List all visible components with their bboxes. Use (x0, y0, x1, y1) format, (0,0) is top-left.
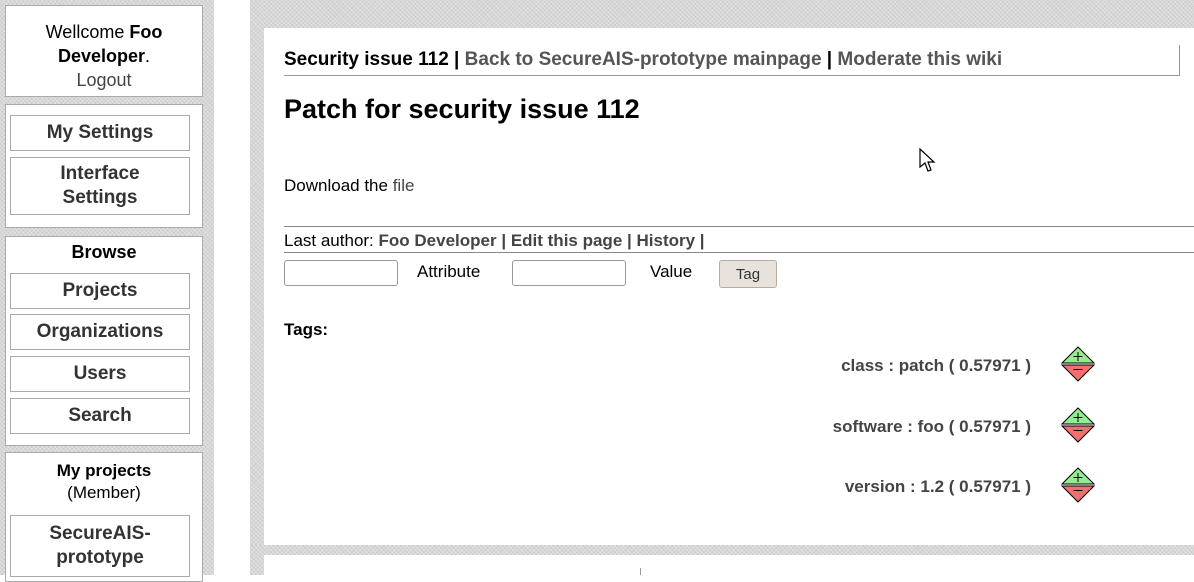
breadcrumb-separator: | (448, 49, 465, 70)
download-text: Download the (284, 176, 393, 195)
tag-label: software : foo ( 0.57971 ) (832, 417, 1031, 436)
attribute-input[interactable] (284, 260, 398, 286)
attribute-label: Attribute (417, 262, 481, 281)
breadcrumb-current: Security issue 112 (284, 49, 449, 70)
tag-row: class : patch ( 0.57971 ) (819, 346, 1119, 386)
separator: | (622, 231, 637, 250)
page-title: Patch for security issue 112 (284, 94, 640, 124)
value-label: Value (650, 262, 693, 281)
project-link-secureais-prototype[interactable]: SecureAIS-prototype (10, 515, 190, 577)
author-link[interactable]: Foo Developer (379, 231, 497, 250)
back-to-mainpage-link[interactable]: Back to SecureAIS-prototype mainpage (465, 49, 822, 70)
my-settings-button[interactable]: My Settings (10, 115, 190, 151)
membership-role: (Member) (67, 483, 141, 502)
breadcrumb: Security issue 112 | Back to SecureAIS-p… (284, 45, 1180, 76)
tag-button[interactable]: Tag (719, 260, 777, 288)
organizations-button[interactable]: Organizations (10, 314, 190, 350)
vote-down-icon[interactable] (1060, 485, 1096, 503)
divider (284, 226, 1194, 227)
author-line: Last author: Foo Developer | Edit this p… (284, 231, 705, 251)
panel-border-background (250, 0, 264, 575)
edit-page-link[interactable]: Edit this page (511, 231, 622, 250)
header-background (250, 0, 1194, 28)
divider (284, 252, 1194, 253)
separator: | (695, 231, 705, 250)
footer-mark (640, 568, 641, 575)
main-content: Security issue 112 | Back to SecureAIS-p… (264, 28, 1194, 545)
history-link[interactable]: History (636, 231, 695, 250)
vote-up-icon[interactable] (1060, 467, 1096, 485)
moderate-wiki-link[interactable]: Moderate this wiki (837, 49, 1002, 70)
logout-link[interactable]: Logout (76, 70, 131, 90)
projects-button[interactable]: Projects (10, 273, 190, 309)
tag-row: software : foo ( 0.57971 ) (819, 407, 1119, 447)
separator: | (496, 231, 511, 250)
footer-area (264, 555, 1194, 575)
value-input[interactable] (512, 260, 626, 286)
welcome-box: Wellcome Foo Developer. Logout (5, 5, 203, 97)
browse-heading: Browse (71, 242, 137, 262)
tags-heading: Tags: (284, 320, 329, 339)
search-button[interactable]: Search (10, 398, 190, 434)
last-author-label: Last author: (284, 231, 379, 250)
interface-settings-button[interactable]: Interface Settings (10, 157, 190, 215)
download-file-link[interactable]: file (393, 176, 415, 195)
welcome-prefix: Wellcome (45, 22, 130, 42)
vote-up-icon[interactable] (1060, 346, 1096, 364)
vote-up-icon[interactable] (1060, 407, 1096, 425)
vote-down-icon[interactable] (1060, 425, 1096, 443)
welcome-suffix: . (145, 46, 151, 66)
tag-label: class : patch ( 0.57971 ) (841, 356, 1031, 375)
breadcrumb-separator: | (821, 49, 838, 70)
vote-down-icon[interactable] (1060, 364, 1096, 382)
tag-row: version : 1.2 ( 0.57971 ) (819, 467, 1119, 507)
my-projects-heading: My projects (Member) (56, 461, 152, 502)
panel-bottom-background (250, 545, 1194, 555)
tag-label: version : 1.2 ( 0.57971 ) (844, 477, 1031, 496)
download-line: Download the file (284, 176, 414, 196)
users-button[interactable]: Users (10, 356, 190, 392)
mouse-cursor-icon (919, 148, 936, 172)
